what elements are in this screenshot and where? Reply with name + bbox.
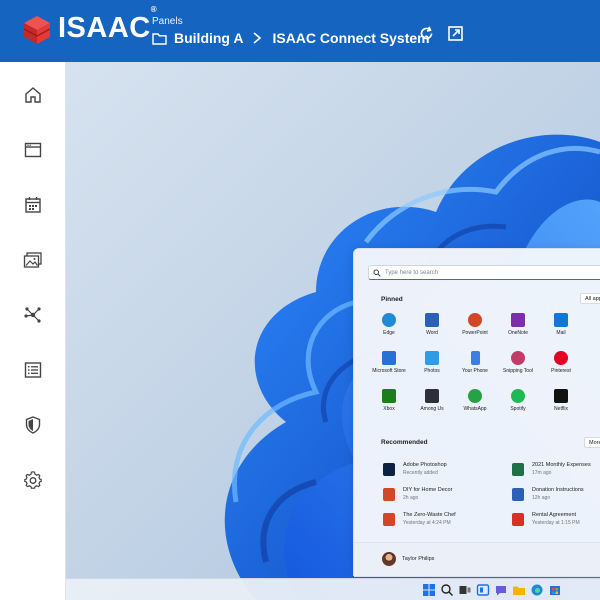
all-apps-button[interactable]: All apps (580, 293, 600, 304)
photoshop-icon (383, 463, 395, 476)
pinned-app-onenote[interactable]: OneNote (497, 313, 539, 343)
taskbar (66, 578, 600, 600)
windows-start-icon[interactable] (422, 583, 436, 597)
whatsapp-icon (468, 389, 482, 403)
store-icon[interactable] (548, 583, 562, 597)
calendar-icon (25, 197, 41, 213)
pinterest-icon (554, 351, 568, 365)
breadcrumb: Building A ISAAC Connect System (152, 29, 430, 47)
pinned-app-store[interactable]: Microsoft Store (368, 351, 410, 381)
panels-label: Panels (152, 16, 183, 27)
start-search-input[interactable]: Type here to search (368, 265, 600, 280)
file-explorer-icon[interactable] (512, 583, 526, 597)
store-icon (382, 351, 396, 365)
user-bar: Taylor Philips (354, 542, 600, 577)
sidebar-item-home[interactable] (20, 82, 46, 108)
image-gallery-icon (23, 252, 42, 268)
top-header: ISAAC® Panels Building A ISAAC Connect S… (0, 0, 600, 62)
shield-icon (25, 416, 41, 434)
brand-name: ISAAC® (58, 5, 158, 44)
netflix-icon (554, 389, 568, 403)
home-icon (25, 87, 41, 103)
pinned-app-whatsapp[interactable]: WhatsApp (454, 389, 496, 419)
spotify-icon (511, 389, 525, 403)
chat-icon[interactable] (494, 583, 508, 597)
among-us-icon (425, 389, 439, 403)
edge-icon (382, 313, 396, 327)
recommended-item[interactable]: The Zero-Waste Chef Yesterday at 4:24 PM (383, 512, 503, 530)
mail-icon (554, 313, 568, 327)
pinned-app-mail[interactable]: Mail (540, 313, 582, 343)
pinned-app-among-us[interactable]: Among Us (411, 389, 453, 419)
browser-window-icon (24, 142, 42, 158)
photos-icon (425, 351, 439, 365)
pinned-app-snipping-tool[interactable]: Snipping Tool (497, 351, 539, 381)
task-view-icon[interactable] (458, 583, 472, 597)
recommended-item[interactable]: Adobe Photoshop Recently added (383, 462, 503, 480)
pinned-app-edge[interactable]: Edge (368, 313, 410, 343)
pinned-app-xbox[interactable]: Xbox (368, 389, 410, 419)
sidebar-item-settings[interactable] (20, 467, 46, 493)
pinned-app-your-phone[interactable]: Your Phone (454, 351, 496, 381)
search-icon[interactable] (440, 583, 454, 597)
pinned-app-word[interactable]: Word (411, 313, 453, 343)
pinned-app-spotify[interactable]: Spotify (497, 389, 539, 419)
powerpoint-file-icon (383, 488, 395, 501)
sidebar-item-calendar[interactable] (20, 192, 46, 218)
remote-desktop-view[interactable]: Type here to search Pinned All apps Edge… (66, 62, 600, 600)
refresh-icon[interactable] (418, 25, 435, 42)
search-icon (373, 268, 381, 277)
list-icon (24, 362, 42, 378)
sidebar-item-browser[interactable] (20, 137, 46, 163)
gear-icon (24, 471, 42, 489)
edge-icon[interactable] (530, 583, 544, 597)
network-nodes-icon (24, 307, 41, 323)
pinned-title: Pinned (381, 296, 403, 303)
breadcrumb-building[interactable]: Building A (174, 30, 243, 46)
breadcrumb-system[interactable]: ISAAC Connect System (272, 30, 429, 46)
user-name[interactable]: Taylor Philips (402, 556, 434, 562)
search-placeholder: Type here to search (385, 269, 439, 276)
more-button[interactable]: More (584, 437, 600, 448)
phone-icon (470, 351, 480, 365)
chevron-right-icon (253, 32, 262, 44)
sidebar-item-media[interactable] (20, 247, 46, 273)
sidebar-item-network[interactable] (20, 302, 46, 328)
pinned-apps-grid: Edge Word PowerPoint OneNote Mail Micros… (368, 313, 600, 425)
onenote-icon (511, 313, 525, 327)
isaac-logo-icon (23, 16, 51, 44)
open-external-icon[interactable] (447, 25, 464, 42)
xbox-icon (382, 389, 396, 403)
excel-file-icon (512, 463, 524, 476)
scissors-icon (511, 351, 525, 365)
avatar[interactable] (382, 552, 396, 566)
powerpoint-icon (468, 313, 482, 327)
widgets-icon[interactable] (476, 583, 490, 597)
recommended-item[interactable]: Donation Instructions 12h ago (512, 487, 600, 505)
pinned-app-powerpoint[interactable]: PowerPoint (454, 313, 496, 343)
word-icon (425, 313, 439, 327)
recommended-item[interactable]: DIY for Home Decor 2h ago (383, 487, 503, 505)
pinned-app-pinterest[interactable]: Pinterest (540, 351, 582, 381)
sidebar-item-list[interactable] (20, 357, 46, 383)
recommended-item[interactable]: 2021 Monthly Expenses 17m ago (512, 462, 600, 480)
powerpoint-file-icon (383, 513, 395, 526)
sidebar (0, 62, 66, 600)
sidebar-item-security[interactable] (20, 412, 46, 438)
start-menu: Type here to search Pinned All apps Edge… (353, 248, 600, 577)
recommended-item[interactable]: Rental Agreement Yesterday at 1:15 PM (512, 512, 600, 530)
pinned-app-photos[interactable]: Photos (411, 351, 453, 381)
word-file-icon (512, 488, 524, 501)
folder-icon (152, 32, 167, 45)
pdf-file-icon (512, 513, 524, 526)
recommended-title: Recommended (381, 439, 428, 446)
pinned-app-netflix[interactable]: Netflix (540, 389, 582, 419)
